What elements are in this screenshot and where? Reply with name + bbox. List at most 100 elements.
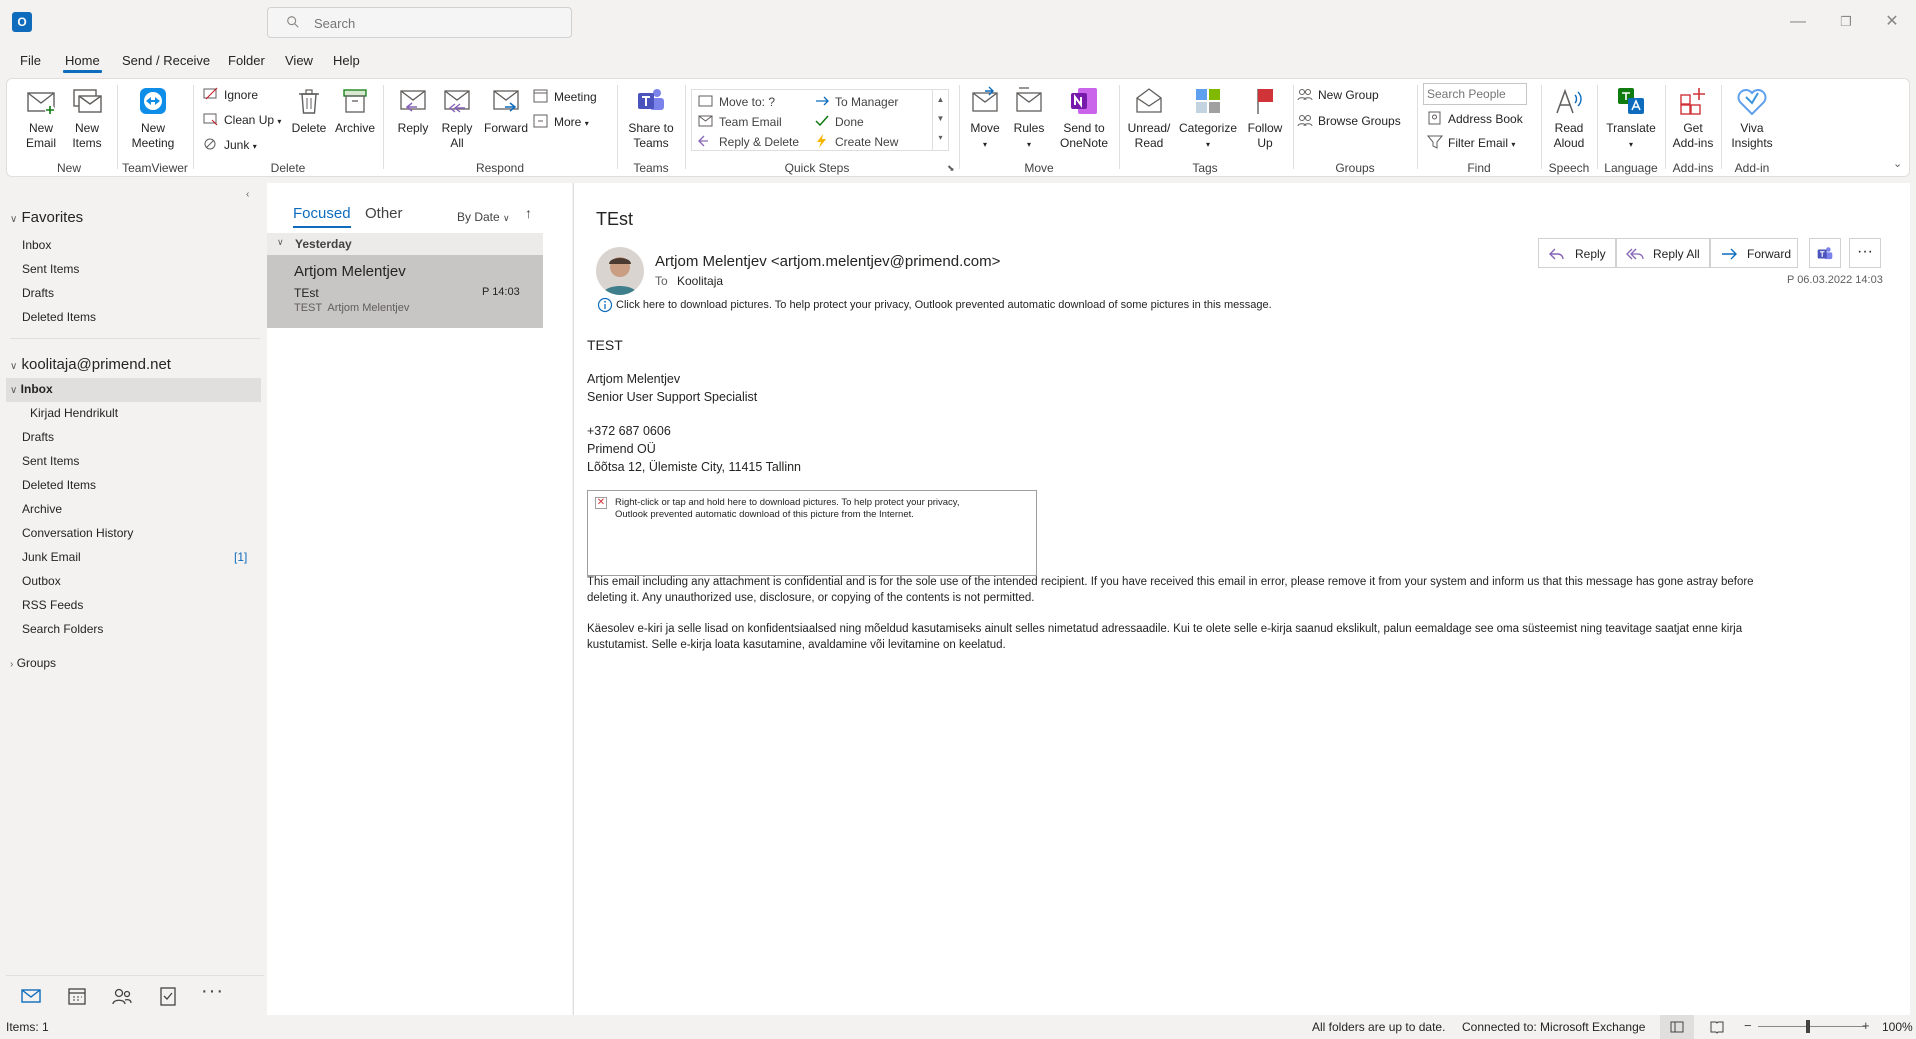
folder-conversation-history[interactable]: Conversation History <box>22 526 133 540</box>
zoom-slider[interactable] <box>1758 1026 1866 1027</box>
categorize-button[interactable]: Categorize ▾ <box>1177 85 1239 152</box>
blocked-image-placeholder[interactable]: ✕ Right-click or tap and hold here to do… <box>587 490 1037 576</box>
tab-folder[interactable]: Folder <box>228 53 265 68</box>
tab-view[interactable]: View <box>285 53 313 68</box>
quick-step-to-manager[interactable]: To Manager <box>814 94 898 109</box>
search-people-field[interactable] <box>1423 83 1527 105</box>
teams-share-button[interactable] <box>1809 238 1841 268</box>
zoom-slider-thumb[interactable] <box>1806 1020 1810 1033</box>
sort-direction-icon[interactable]: ↑ <box>525 205 532 221</box>
filter-email-button[interactable]: Filter Email ▾ <box>1427 135 1515 150</box>
folder-sent-items[interactable]: Sent Items <box>22 454 79 468</box>
signature-company: Primend OÜ <box>587 442 656 456</box>
address-book-button[interactable]: Address Book <box>1427 111 1523 126</box>
junk-button[interactable]: Junk ▾ <box>203 137 257 152</box>
quick-step-reply-delete[interactable]: Reply & Delete <box>698 134 799 149</box>
calendar-icon[interactable] <box>65 984 89 1008</box>
account-header[interactable]: ∨ koolitaja@primend.net <box>10 356 171 373</box>
folder-search-folders[interactable]: Search Folders <box>22 622 103 636</box>
folder-deleted-items[interactable]: Deleted Items <box>22 478 96 492</box>
translate-button[interactable]: Translate ▾ <box>1603 85 1659 152</box>
close-button[interactable]: ✕ <box>1880 10 1904 34</box>
search-input[interactable] <box>314 13 554 33</box>
reply-all-button[interactable]: Reply All <box>437 85 477 151</box>
search-box[interactable] <box>267 7 572 38</box>
tab-focused[interactable]: Focused <box>293 205 351 228</box>
minimize-button[interactable]: — <box>1786 10 1810 34</box>
more-respond-button[interactable]: More ▾ <box>533 114 589 129</box>
browse-groups-button[interactable]: Browse Groups <box>1297 113 1401 128</box>
normal-view-button[interactable] <box>1660 1015 1694 1039</box>
reply-button[interactable]: Reply <box>393 85 433 136</box>
more-actions-button[interactable]: ··· <box>1849 238 1881 268</box>
send-to-onenote-button[interactable]: Send to OneNote <box>1055 85 1113 151</box>
quick-step-move-to[interactable]: Move to: ? <box>698 94 775 109</box>
recipient-name[interactable]: Koolitaja <box>677 274 723 288</box>
sender-avatar[interactable] <box>596 247 644 295</box>
collapse-ribbon-icon[interactable]: ⌄ <box>1893 157 1902 170</box>
folder-drafts[interactable]: Drafts <box>22 430 54 444</box>
groups-header[interactable]: › Groups <box>10 656 56 670</box>
outlook-icon[interactable]: O <box>12 12 32 32</box>
mail-icon[interactable] <box>19 984 43 1008</box>
zoom-level[interactable]: 100% <box>1882 1020 1913 1034</box>
reply-all-button[interactable]: Reply All <box>1616 238 1710 268</box>
search-people-input[interactable] <box>1424 84 1524 104</box>
folder-inbox[interactable]: ∨ Inbox <box>10 382 53 396</box>
people-icon[interactable] <box>110 984 134 1008</box>
message-row[interactable]: Artjom Melentjev TEst P 14:03 TEST Artjo… <box>267 255 543 328</box>
dialog-launcher-icon[interactable]: ⬊ <box>947 163 955 174</box>
viva-insights-button[interactable]: Viva Insights <box>1727 85 1777 151</box>
folder-archive[interactable]: Archive <box>22 502 62 516</box>
share-to-teams-button[interactable]: Share to Teams <box>623 85 679 151</box>
rules-button[interactable]: Rules ▾ <box>1009 85 1049 152</box>
new-group-button[interactable]: New Group <box>1297 87 1379 102</box>
clean-up-button[interactable]: Clean Up ▾ <box>203 112 281 127</box>
forward-button[interactable]: Forward <box>1710 238 1798 268</box>
new-email-button[interactable]: New Email <box>21 85 61 151</box>
tab-file[interactable]: File <box>20 53 41 68</box>
favorite-inbox[interactable]: Inbox <box>22 238 51 252</box>
date-group-header[interactable]: ∨ Yesterday <box>267 233 543 255</box>
sort-dropdown[interactable]: By Date ∨ <box>457 210 510 224</box>
quick-steps-scroll[interactable]: ▲ ▼ ▾ <box>932 90 948 150</box>
new-items-button[interactable]: New Items <box>65 85 109 151</box>
folder-kirjad-hendrikult[interactable]: Kirjad Hendrikult <box>30 406 118 420</box>
tab-help[interactable]: Help <box>333 53 360 68</box>
sender-address[interactable]: Artjom Melentjev <artjom.melentjev@prime… <box>655 253 1000 270</box>
archive-button[interactable]: Archive <box>333 85 377 136</box>
get-addins-button[interactable]: Get Add-ins <box>1671 85 1715 151</box>
forward-button[interactable]: Forward <box>483 85 529 136</box>
tab-home[interactable]: Home <box>63 53 102 73</box>
favorite-sent-items[interactable]: Sent Items <box>22 262 79 276</box>
zoom-out-button[interactable]: − <box>1744 1018 1752 1033</box>
tab-send-receive[interactable]: Send / Receive <box>122 53 210 68</box>
group-label-teams: Teams <box>633 161 669 175</box>
folder-rss-feeds[interactable]: RSS Feeds <box>22 598 83 612</box>
meeting-button[interactable]: Meeting <box>533 89 597 104</box>
reply-button[interactable]: Reply <box>1538 238 1616 268</box>
follow-up-button[interactable]: Follow Up <box>1241 85 1289 151</box>
delete-button[interactable]: Delete <box>289 85 329 136</box>
favorite-drafts[interactable]: Drafts <box>22 286 54 300</box>
folder-outbox[interactable]: Outbox <box>22 574 61 588</box>
new-meeting-button[interactable]: New Meeting <box>123 85 183 151</box>
quick-step-create-new[interactable]: Create New <box>814 134 898 149</box>
tasks-icon[interactable] <box>156 984 180 1008</box>
collapse-pane-icon[interactable]: ‹ <box>246 189 249 200</box>
move-button[interactable]: Move ▾ <box>965 85 1005 152</box>
zoom-in-button[interactable]: + <box>1862 1018 1870 1033</box>
download-pictures-infobar[interactable]: Click here to download pictures. To help… <box>616 299 1272 311</box>
folder-junk-email[interactable]: Junk Email <box>22 550 81 564</box>
favorites-header[interactable]: ∨ Favorites <box>10 209 83 226</box>
tab-other[interactable]: Other <box>365 205 403 222</box>
quick-step-team-email[interactable]: Team Email <box>698 114 782 129</box>
read-aloud-button[interactable]: Read Aloud <box>1547 85 1591 151</box>
quick-step-done[interactable]: Done <box>814 114 864 129</box>
favorite-deleted-items[interactable]: Deleted Items <box>22 310 96 324</box>
ignore-button[interactable]: Ignore <box>203 87 258 102</box>
unread-read-button[interactable]: Unread/ Read <box>1125 85 1173 151</box>
restore-button[interactable]: ❐ <box>1834 10 1858 34</box>
more-apps-icon[interactable]: ··· <box>201 980 224 1003</box>
reading-view-button[interactable] <box>1710 1020 1724 1037</box>
